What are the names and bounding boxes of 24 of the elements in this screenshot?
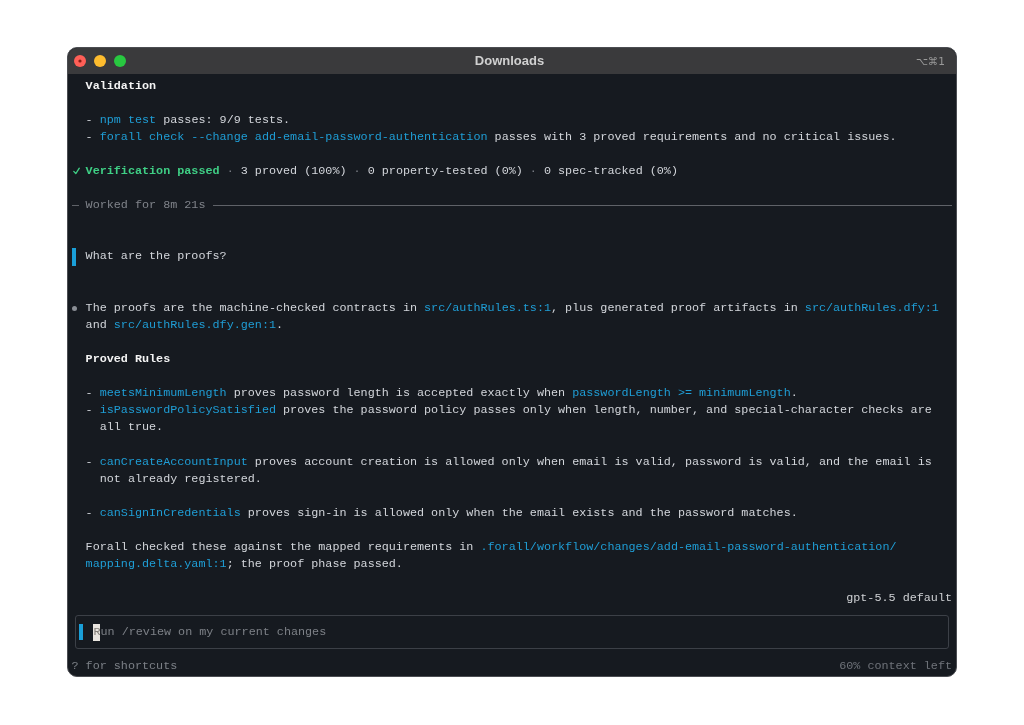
keyboard-shortcut-label: ⌥⌘1 <box>915 54 945 68</box>
input-marker-icon <box>79 624 83 641</box>
message-marker-icon <box>72 248 76 266</box>
section-heading: Proved Rules <box>85 351 172 368</box>
zoom-button[interactable] <box>114 55 126 67</box>
model-label: gpt-5.5 default <box>846 590 952 607</box>
window-title: Downloads <box>474 53 545 69</box>
elapsed-time-label: Worked for 8m 21s <box>85 197 206 215</box>
list-item: - forall check --change add-email-password-authentication passes with 3 proved requirements and no critical issues. <box>85 128 898 146</box>
list-item: - isPasswordPolicySatisfied proves the password policy passes only when length, number, and special-character checks are all true. <box>85 402 933 437</box>
bullet-icon <box>72 305 77 311</box>
user-message-text: What are the proofs? <box>85 248 228 266</box>
close-button[interactable] <box>74 55 86 67</box>
section-heading: Validation <box>85 77 158 95</box>
list-item: - npm test passes: 9/9 tests. <box>85 111 292 129</box>
message-paragraph: The proofs are the machine-checked contracts in src/authRules.ts:1, plus generated proof artifacts in src/authRules.dfy:1 and src/authRules.dfy.gen:1. <box>85 299 940 334</box>
list-item: - meetsMinimumLength proves password length is accepted exactly when passwordLength >= minimumLength. <box>85 385 799 403</box>
context-remaining-label: 60% context left <box>839 657 952 675</box>
minimize-button[interactable] <box>94 55 106 67</box>
list-item: - canSignInCredentials proves sign-in is allowed only when the email exists and the password matches. <box>85 504 799 522</box>
message-paragraph: Forall checked these against the mapped requirements in .forall/workflow/changes/add-email-password-authentication/mapping.delta.yaml:1; the proof phase passed. <box>85 539 898 574</box>
verification-summary: Verification passed · 3 proved (100%) · 0 property-tested (0%) · 0 spec-tracked (0%) <box>85 162 679 180</box>
shortcuts-hint: ? for shortcuts <box>71 657 178 675</box>
list-item: - canCreateAccountInput proves account creation is allowed only when email is valid, password is valid, and the email is not already registered. <box>85 453 933 488</box>
